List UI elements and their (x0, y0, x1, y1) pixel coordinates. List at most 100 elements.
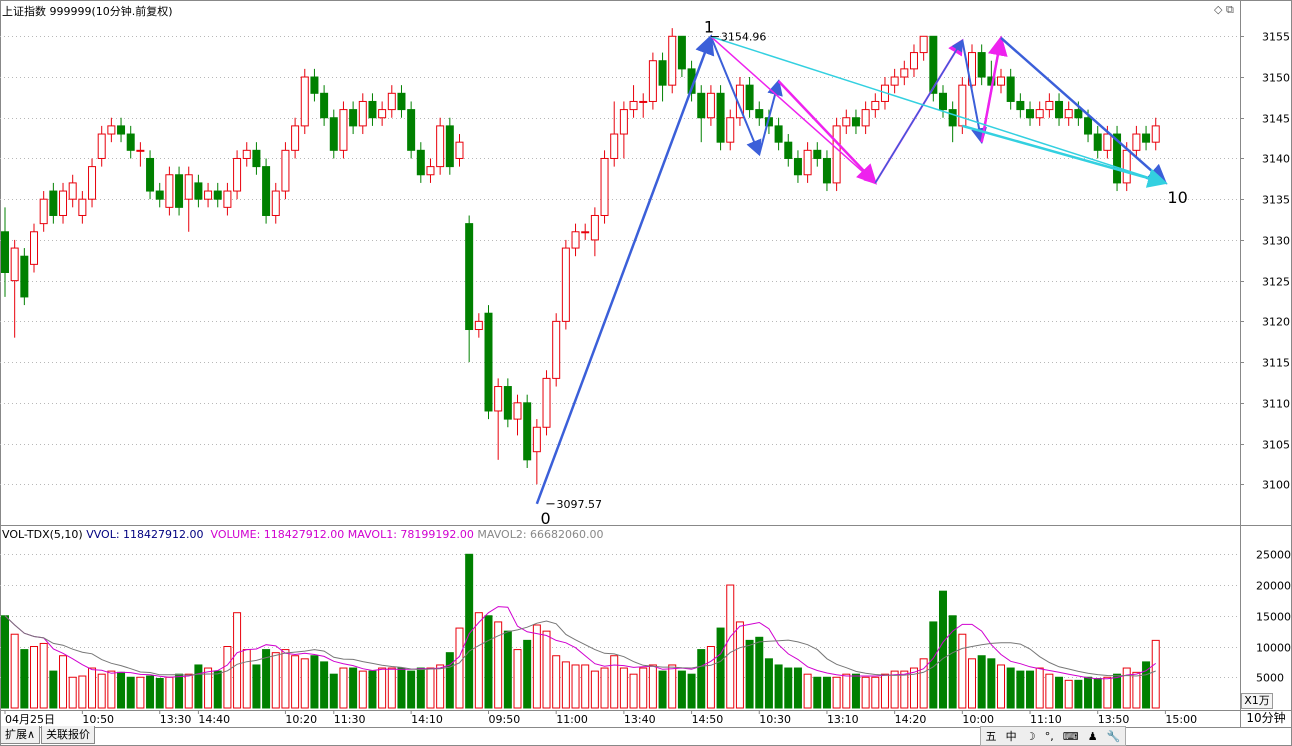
candle-down (117, 125, 126, 135)
volume-bar (813, 676, 822, 709)
volume-unit-label: X1万 (1241, 693, 1273, 709)
volume-bar (223, 646, 232, 709)
wrench-icon[interactable]: 🔧 (1107, 730, 1121, 743)
candle-up (59, 190, 68, 216)
volume-bar (745, 639, 754, 709)
volume-bar (68, 676, 77, 709)
price-tick-label: 3145 (1262, 113, 1290, 126)
volume-bar (194, 664, 203, 709)
low-price-label: 3097.57 (557, 498, 603, 511)
volume-bar (436, 664, 445, 709)
volume-label: VOLUME: 118427912.00 (210, 528, 345, 541)
volume-bar (378, 667, 387, 709)
volume-bar (78, 675, 87, 709)
volume-bar (1122, 667, 1131, 709)
candle-down (1016, 100, 1025, 111)
volume-bar (716, 627, 725, 709)
candle-down (310, 76, 319, 94)
volume-bar (987, 658, 996, 709)
vol-indicator-label: VOL-TDX(5,10) (2, 528, 83, 541)
candle-down (465, 223, 474, 331)
volume-bar (1006, 667, 1015, 709)
volume-bar (136, 676, 145, 709)
candle-up (1151, 125, 1160, 143)
mavol1-label: MAVOL1: 78199192.00 (347, 528, 474, 541)
wave-line (710, 36, 877, 184)
candle-down (20, 255, 29, 298)
keyboard-icon[interactable]: ⌨ (1063, 730, 1079, 743)
volume-bar (861, 676, 870, 709)
candle-up (88, 166, 97, 200)
volume-bar (146, 675, 155, 709)
wubi-icon[interactable]: 五 (986, 728, 997, 744)
volume-bar (726, 584, 735, 709)
candle-down (213, 190, 222, 200)
time-tick-label: 11:00 (556, 713, 588, 726)
volume-bar (445, 652, 454, 709)
volume-bar (155, 677, 164, 709)
candle-down (774, 125, 783, 143)
outer-frame (0, 0, 1292, 746)
volume-bar (88, 667, 97, 709)
chinese-mode-icon[interactable]: 中 (1006, 728, 1017, 744)
candle-down (677, 35, 686, 70)
volume-bar (658, 670, 667, 709)
candle-up (581, 231, 590, 234)
user-icon[interactable]: ♟ (1088, 730, 1098, 743)
volume-bar (880, 673, 889, 709)
volume-bar (503, 630, 512, 709)
volume-bar (20, 649, 29, 709)
window-controls-icon[interactable]: ◇ ⧉ (1214, 3, 1234, 17)
price-tick-label: 3110 (1262, 398, 1290, 411)
wave-label-10: 10 (1167, 188, 1187, 207)
volume-bar (629, 673, 638, 709)
volume-bar (126, 676, 135, 709)
candlestick-chart[interactable]: 3100 3105 3110 3115 3120 3125 3130 3135 3140 3145… (0, 0, 1292, 746)
price-tick-label: 3120 (1262, 316, 1290, 329)
volume-bar (871, 676, 880, 709)
volume-bar (842, 673, 851, 709)
volume-bar (416, 667, 425, 709)
time-tick-label: 13:30 (160, 713, 192, 726)
volume-bar (735, 621, 744, 709)
candle-up (378, 109, 387, 119)
candle-down (851, 117, 860, 127)
candle-down (252, 149, 261, 168)
volume-bar (832, 676, 841, 709)
volume-bar (590, 670, 599, 709)
volume-bar (938, 590, 947, 709)
volume-bar (1045, 673, 1054, 709)
volume-bar (552, 655, 561, 709)
candle-up (997, 76, 1006, 86)
candle-up (436, 125, 445, 168)
candle-up (136, 149, 145, 152)
volume-bar (1132, 671, 1141, 709)
volume-legend: VOL-TDX(5,10) VVOL: 118427912.00 VOLUME:… (2, 528, 604, 541)
candle-down (416, 149, 425, 176)
candle-up (668, 35, 677, 86)
time-tick-label: 14:10 (411, 713, 443, 726)
tab-expand[interactable]: 扩展∧ (0, 726, 41, 744)
candle-down (407, 109, 416, 151)
volume-bar (397, 667, 406, 709)
volume-bar (687, 673, 696, 709)
candle-down (523, 402, 532, 461)
volume-bar (426, 667, 435, 709)
time-tick-label: 11:10 (1030, 713, 1062, 726)
moon-icon[interactable]: ☽ (1026, 730, 1036, 743)
volume-bar (1084, 676, 1093, 709)
tab-related-quotes[interactable]: 关联报价 (41, 726, 96, 744)
candle-up (165, 174, 174, 208)
candle-down (126, 133, 135, 151)
candle-up (610, 133, 619, 159)
volume-bar (581, 664, 590, 709)
candle-up (571, 231, 580, 249)
punctuation-icon[interactable]: °, (1045, 730, 1054, 743)
period-label[interactable]: 10分钟 (1241, 710, 1291, 726)
candle-up (552, 320, 561, 379)
volume-bar (513, 649, 522, 709)
volume-bar (30, 646, 39, 709)
candle-down (194, 182, 203, 200)
volume-bar (484, 615, 493, 709)
volume-bar (1093, 677, 1102, 709)
